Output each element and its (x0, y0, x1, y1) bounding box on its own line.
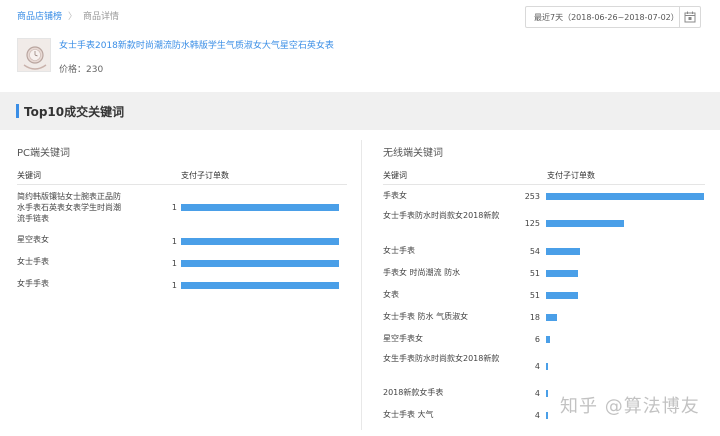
order-count: 1 (171, 203, 177, 212)
order-count: 4 (534, 362, 540, 371)
calendar-icon[interactable] (678, 7, 700, 27)
pc-col-keyword-header: 关键词 (17, 171, 41, 180)
order-count: 6 (534, 335, 540, 344)
keyword-row: 女士手表 54 (383, 245, 705, 258)
keyword-row: 手表女 时尚潮流 防水 51 (383, 267, 705, 280)
order-count: 51 (529, 269, 540, 278)
keyword-row: 星空手表女 6 (383, 333, 705, 346)
keyword-text: 女士手表 (17, 257, 49, 266)
order-count: 1 (171, 236, 177, 246)
keyword-row: 女表 51 (383, 289, 705, 302)
order-bar (181, 281, 339, 289)
order-bar (546, 292, 578, 299)
order-bar (546, 336, 550, 343)
order-bar (546, 248, 580, 255)
order-bar (546, 193, 704, 200)
order-bar (181, 237, 339, 245)
breadcrumb-separator: 〉 (68, 12, 78, 22)
keyword-row: 手表女 253 (383, 190, 705, 203)
keyword-text: 女士手表防水时尚款女2018新款 (383, 211, 500, 220)
product-detail-page: 商品店铺榜 〉 商品详情 最近7天（2018-06-26~2018-07-02）… (0, 0, 720, 436)
date-range-picker[interactable]: 最近7天（2018-06-26~2018-07-02） (525, 6, 701, 28)
keyword-text: 手表女 时尚潮流 防水 (383, 268, 461, 277)
keyword-text: 女士手表 大气 (383, 410, 434, 419)
keyword-text: 女手手表 (17, 279, 49, 288)
breadcrumb: 商品店铺榜 〉 商品详情 (17, 9, 119, 22)
keyword-text: 女表 (383, 290, 399, 299)
product-thumbnail[interactable] (17, 38, 51, 72)
order-count: 54 (529, 247, 540, 256)
mobile-col-orders-header: 支付子订单数 (547, 171, 595, 180)
keyword-row: 女士手表防水时尚款女2018新款 125 (383, 210, 705, 237)
mobile-col-keyword-header: 关键词 (383, 171, 407, 180)
keyword-row: 简约韩版镶钻女士腕表正品防水手表石英表女表学生时尚潮流手链表 1 (17, 191, 347, 224)
keyword-text: 2018新款女手表 (383, 388, 444, 397)
pc-col-orders-header: 支付子订单数 (181, 171, 229, 180)
order-bar (546, 270, 578, 277)
mobile-header-divider (383, 184, 705, 185)
section-title: Top10成交关键词 (24, 105, 125, 119)
keyword-row: 女士手表 防水 气质淑女 18 (383, 311, 705, 324)
order-bar (546, 363, 548, 370)
keyword-text: 女士手表 (383, 246, 415, 255)
section-accent-marker (16, 104, 19, 118)
price-label: 价格： (59, 65, 87, 75)
order-bar (546, 220, 624, 227)
watermark: 知乎 @算法博友 (560, 396, 700, 417)
order-count: 18 (529, 313, 540, 322)
order-count: 1 (171, 280, 177, 290)
order-bar (546, 314, 557, 321)
order-count: 125 (524, 219, 540, 228)
breadcrumb-current: 商品详情 (83, 12, 120, 22)
keyword-text: 女生手表防水时尚款女2018新款 (383, 354, 500, 363)
order-count: 51 (529, 291, 540, 300)
mobile-panel-title: 无线端关键词 (383, 148, 443, 159)
keyword-row: 女士手表 1 (17, 256, 347, 270)
order-count: 4 (534, 389, 540, 398)
panel-divider (361, 140, 362, 430)
order-count: 1 (171, 258, 177, 268)
pc-header-divider (17, 184, 347, 185)
keyword-row: 女手手表 1 (17, 278, 347, 292)
product-title[interactable]: 女士手表2018新款时尚潮流防水韩版学生气质淑女大气星空石英女表 (59, 38, 334, 51)
order-count: 253 (524, 192, 540, 201)
section-header: Top10成交关键词 (0, 92, 720, 130)
price-value: 230 (86, 65, 104, 75)
pc-keywords-panel: PC端关键词 关键词 支付子订单数 简约韩版镶钻女士腕表正品防水手表石英表女表学… (17, 130, 347, 430)
keyword-row: 女生手表防水时尚款女2018新款 4 (383, 353, 705, 380)
keyword-text: 女士手表 防水 气质淑女 (383, 312, 469, 321)
order-count: 4 (534, 411, 540, 420)
order-bar (181, 204, 339, 211)
order-bar (546, 390, 548, 397)
keyword-text: 简约韩版镶钻女士腕表正品防水手表石英表女表学生时尚潮流手链表 (17, 192, 121, 223)
date-range-text: 最近7天（2018-06-26~2018-07-02） (534, 12, 679, 22)
order-bar (181, 259, 339, 267)
price-row: 价格：230 (59, 62, 103, 75)
keyword-text: 手表女 (383, 191, 407, 200)
mobile-keywords-panel: 无线端关键词 关键词 支付子订单数 手表女 253 女士手表防水时尚款女2018新款… (383, 130, 705, 430)
order-bar (546, 412, 548, 419)
breadcrumb-link-ranking[interactable]: 商品店铺榜 (17, 9, 62, 22)
keyword-text: 星空手表女 (383, 334, 423, 343)
pc-panel-title: PC端关键词 (17, 148, 71, 159)
keyword-text: 星空表女 (17, 235, 49, 244)
keyword-row: 星空表女 1 (17, 234, 347, 248)
